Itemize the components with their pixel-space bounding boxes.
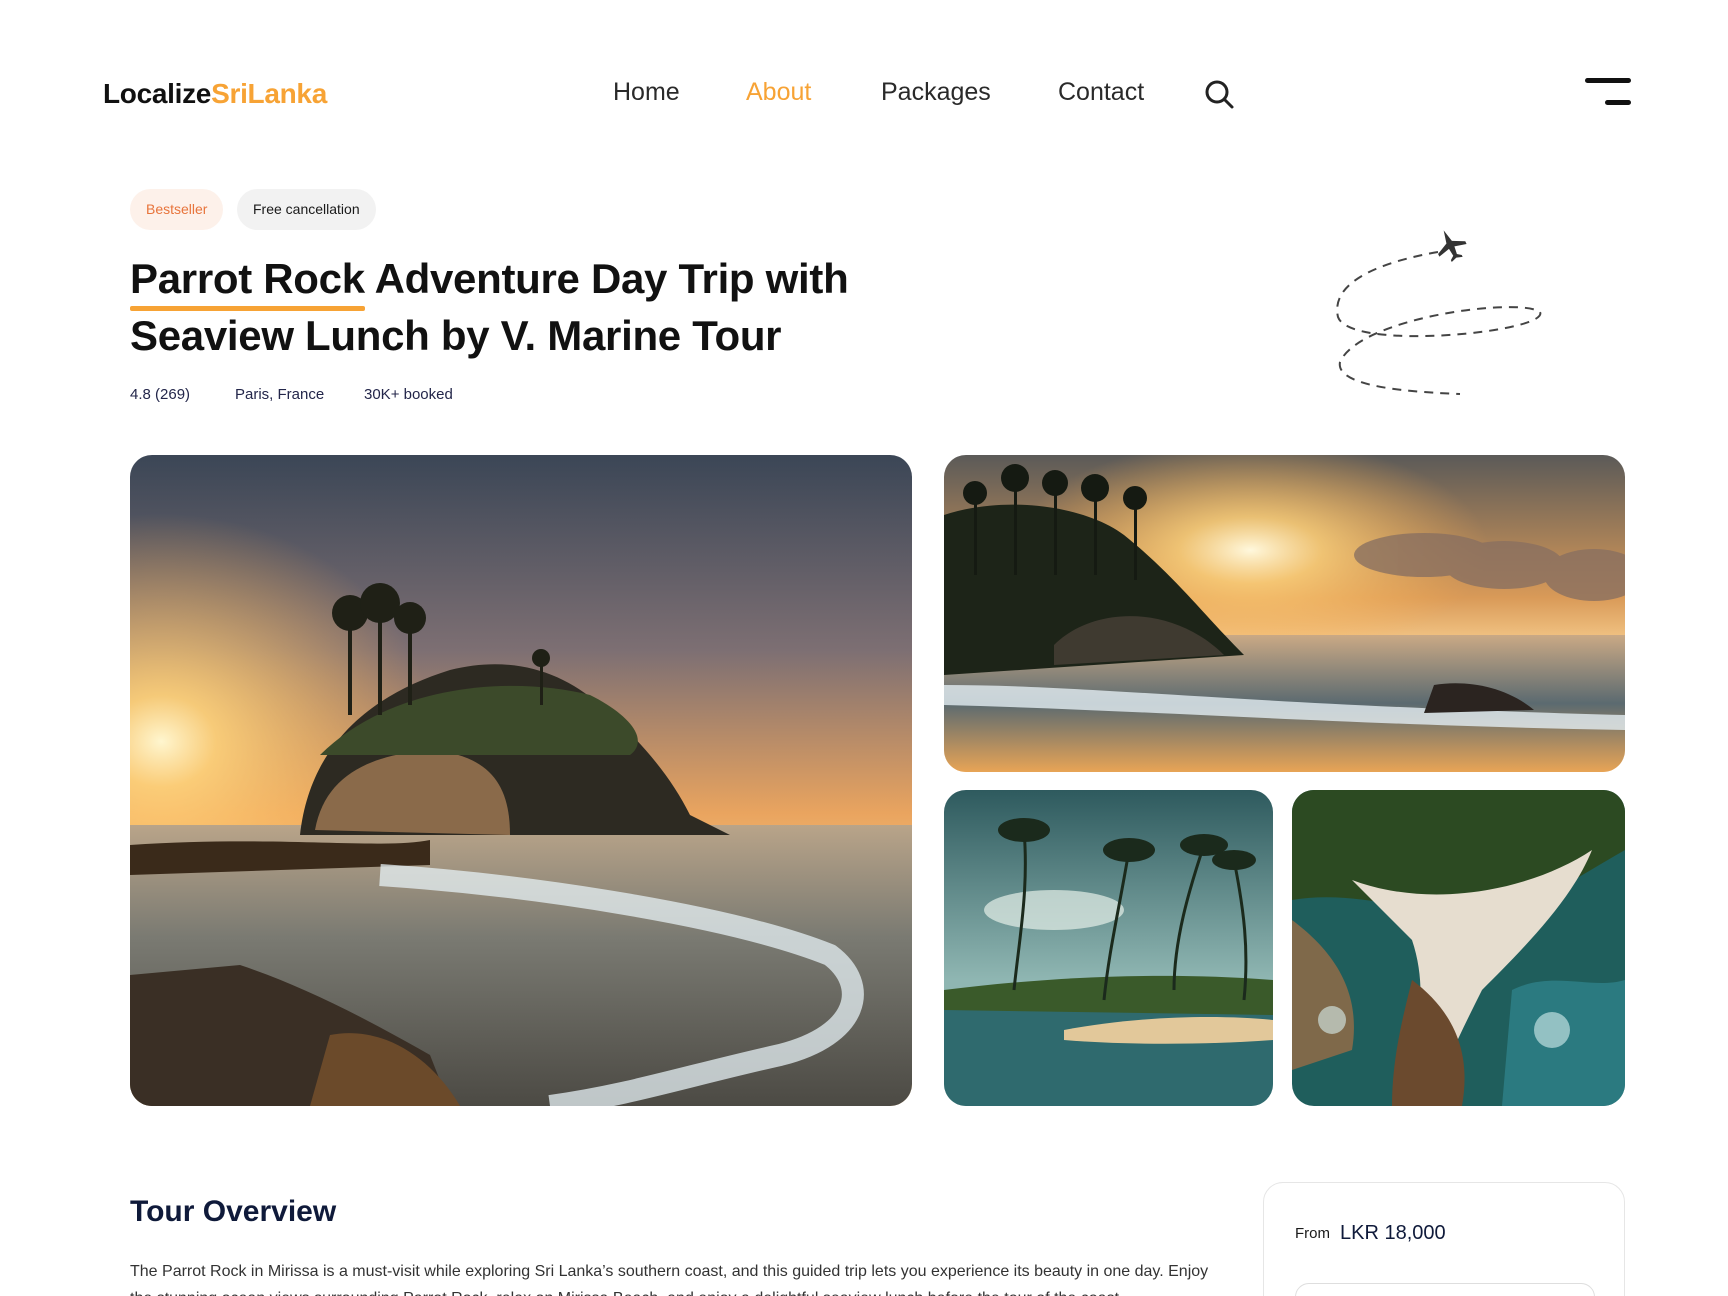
booking-card: From LKR 18,000 — [1263, 1182, 1625, 1296]
menu-button[interactable] — [1585, 78, 1631, 110]
airplane-icon — [1438, 230, 1467, 262]
tour-overview-text: The Parrot Rock in Mirissa is a must-vis… — [130, 1263, 1209, 1296]
hamburger-menu-icon-line — [1605, 100, 1631, 105]
location: Paris, France — [235, 386, 325, 403]
bestseller-badge: Bestseller — [130, 189, 224, 230]
title-highlight: Parrot Rock — [130, 250, 365, 311]
flight-path-decoration — [1336, 230, 1542, 395]
nav-contact[interactable]: Contact — [1058, 78, 1144, 107]
gallery-photo-sunset[interactable] — [944, 455, 1625, 772]
rating: 4.8 (269) — [130, 386, 191, 403]
nav-packages[interactable]: Packages — [881, 78, 991, 107]
logo-srilanka: SriLanka — [211, 78, 327, 109]
search-button[interactable] — [1203, 78, 1237, 112]
tour-overview-title: Tour Overview — [130, 1195, 337, 1228]
nav-about[interactable]: About — [746, 78, 811, 107]
site-logo[interactable]: LocalizeSriLanka — [103, 78, 327, 110]
free-cancellation-badge: Free cancellation — [237, 189, 376, 230]
page-title: Parrot Rock Adventure Day Trip with Seav… — [130, 250, 890, 364]
gallery-photo-aerial[interactable] — [1292, 790, 1625, 1106]
booked-count: 30K+ booked — [364, 386, 453, 403]
gallery-photo-main[interactable] — [130, 455, 912, 1106]
price-from-label: From — [1295, 1225, 1330, 1242]
price-amount: LKR 18,000 — [1340, 1222, 1446, 1244]
hamburger-menu-icon — [1585, 78, 1631, 83]
booking-date-field[interactable] — [1295, 1283, 1595, 1296]
logo-localize: Localize — [103, 78, 212, 109]
gallery-photo-palm-beach[interactable] — [944, 790, 1273, 1106]
nav-home[interactable]: Home — [613, 78, 680, 107]
search-icon — [1205, 80, 1234, 109]
